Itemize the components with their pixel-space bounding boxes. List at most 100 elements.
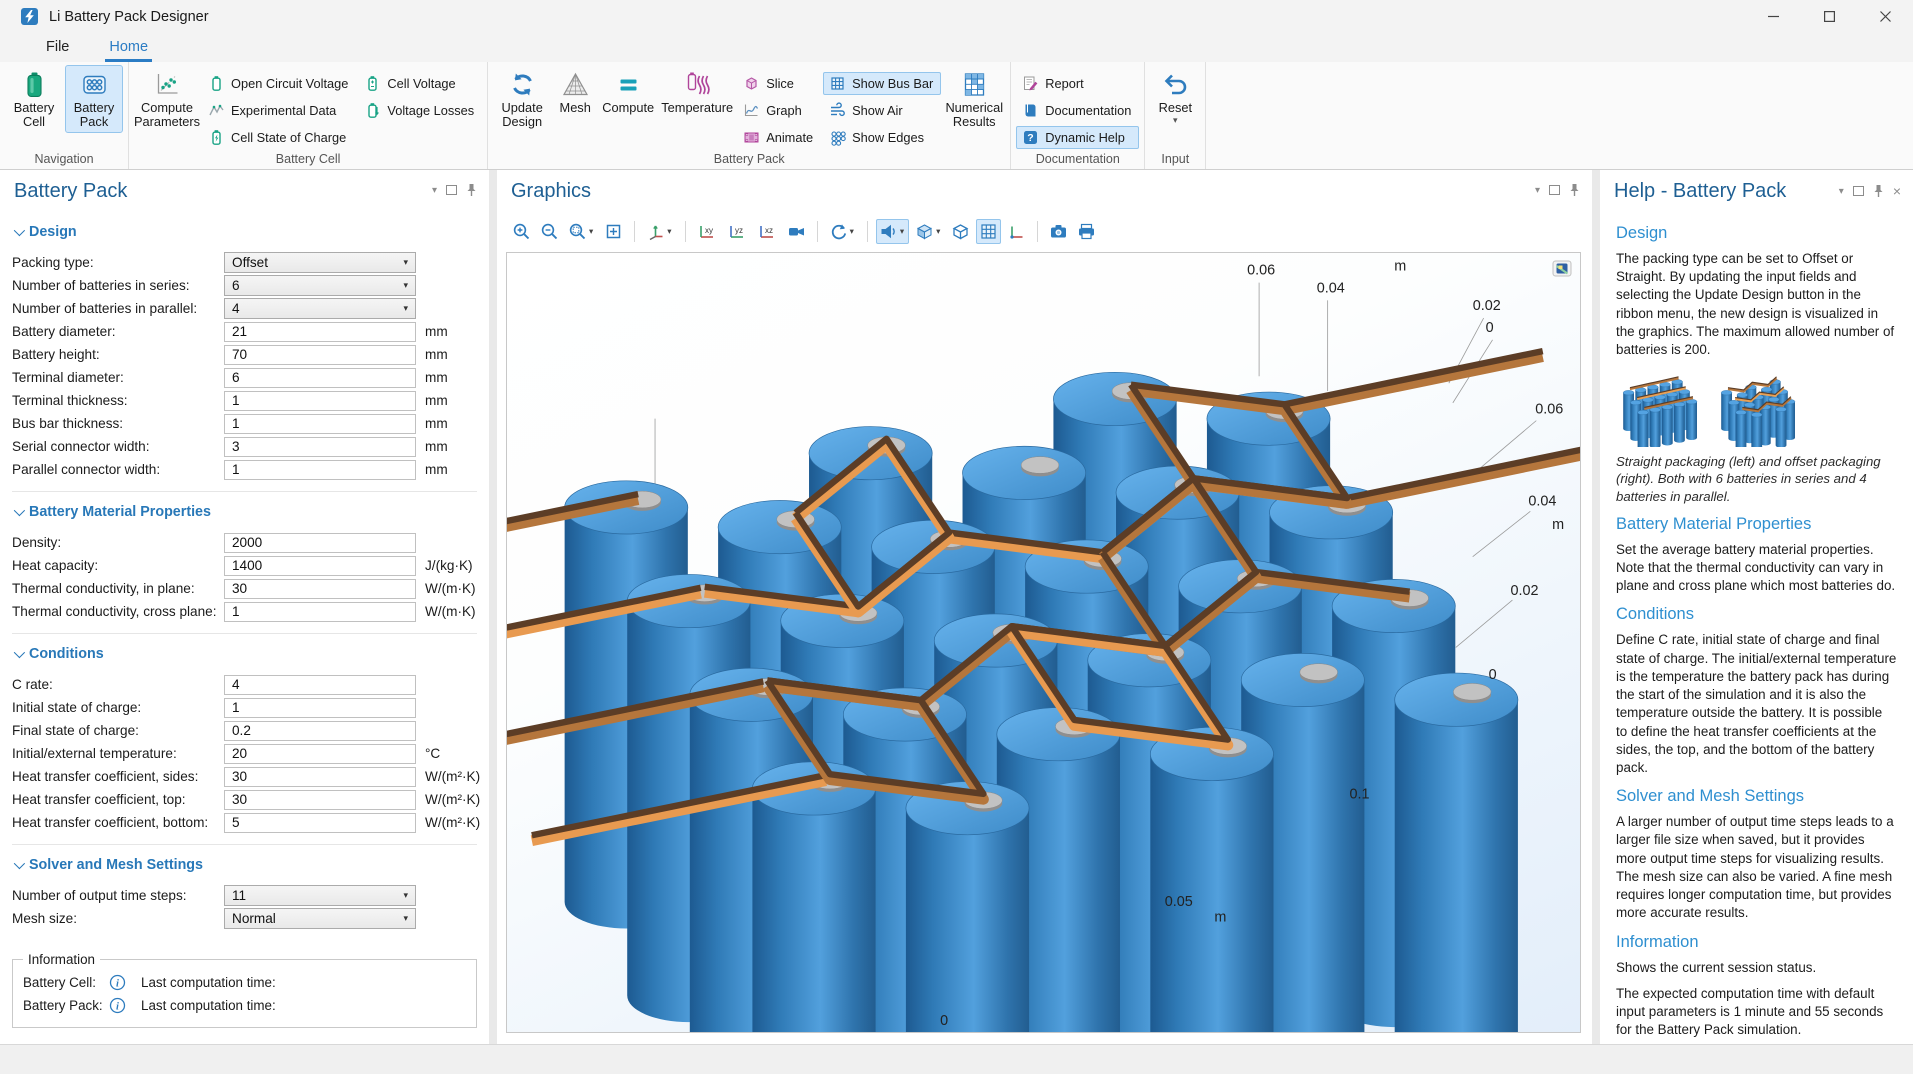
compute-button[interactable]: Compute — [599, 65, 657, 118]
compute-parameters-button[interactable]: Compute Parameters — [134, 65, 200, 133]
mesh-size-select[interactable]: Normal▾ — [224, 908, 416, 929]
section-conditions-header[interactable]: Conditions — [14, 646, 477, 662]
tab-file[interactable]: File — [40, 35, 75, 61]
cell-voltage-button[interactable]: Cell Voltage — [358, 72, 482, 95]
bus-bar-thickness-input[interactable] — [224, 414, 416, 434]
panel-pin-icon[interactable] — [466, 183, 477, 197]
report-icon — [1022, 75, 1039, 92]
view-xz-button[interactable]: xz — [754, 219, 781, 244]
thermal-conductivity-cross-plane-unit: W/(m·K) — [416, 604, 477, 619]
panel-menu-chevron-icon[interactable]: ▾ — [1839, 186, 1844, 197]
mesh-size-label: Mesh size: — [12, 911, 224, 926]
terminal-thickness-input[interactable] — [224, 391, 416, 411]
animate-button[interactable]: Animate — [737, 126, 821, 149]
terminal-diameter-input[interactable] — [224, 368, 416, 388]
cell-state-of-charge-button[interactable]: Cell State of Charge — [202, 126, 356, 149]
minimize-button[interactable] — [1745, 0, 1801, 33]
parallel-connector-width-input[interactable] — [224, 460, 416, 480]
heat-capacity-input[interactable] — [224, 556, 416, 576]
tab-home[interactable]: Home — [103, 35, 154, 61]
scene-light-button[interactable]: ▾ — [876, 219, 909, 244]
compute-icon — [615, 71, 642, 98]
thermal-conductivity-in-plane-input[interactable] — [224, 579, 416, 599]
zoom-out-button[interactable] — [537, 219, 562, 244]
panel-float-icon[interactable] — [1549, 185, 1560, 195]
show-air-button[interactable]: Show Air — [823, 99, 941, 122]
dynamic-help-button[interactable]: ? Dynamic Help — [1016, 126, 1139, 149]
show-grid-button[interactable] — [976, 219, 1001, 244]
thermal-conductivity-cross-plane-input[interactable] — [224, 602, 416, 622]
final-soc-input[interactable] — [224, 721, 416, 741]
view-yz-button[interactable]: yz — [724, 219, 751, 244]
mesh-button[interactable]: Mesh — [553, 65, 597, 118]
zoom-box-button[interactable]: ▾ — [565, 219, 598, 244]
scene-camera-button[interactable] — [784, 219, 809, 244]
update-design-icon — [509, 71, 536, 98]
numerical-results-button[interactable]: Numerical Results — [943, 65, 1005, 133]
panel-menu-chevron-icon[interactable]: ▾ — [1535, 185, 1540, 196]
battery-pack-button[interactable]: Battery Pack — [65, 65, 123, 133]
print-button[interactable] — [1074, 219, 1099, 244]
slice-button[interactable]: Slice — [737, 72, 821, 95]
battery-diameter-input[interactable] — [224, 322, 416, 342]
panel-float-icon[interactable] — [446, 185, 457, 195]
panel-pin-icon[interactable] — [1569, 183, 1580, 197]
section-design-header[interactable]: Design — [14, 224, 477, 240]
axis-line — [1456, 600, 1513, 647]
wireframe-button[interactable] — [948, 219, 973, 244]
panel-close-icon[interactable]: × — [1893, 183, 1901, 199]
voltage-losses-button[interactable]: Voltage Losses — [358, 99, 482, 122]
zoom-extents-button[interactable] — [601, 219, 626, 244]
documentation-button[interactable]: Documentation — [1016, 99, 1139, 122]
reset-button[interactable]: Reset ▾ — [1150, 65, 1200, 126]
section-material-header[interactable]: Battery Material Properties — [14, 504, 477, 520]
serial-connector-width-input[interactable] — [224, 437, 416, 457]
rotate-view-button[interactable]: ▾ — [826, 219, 859, 244]
group-label-battery-pack: Battery Pack — [493, 151, 1005, 168]
maximize-button[interactable] — [1801, 0, 1857, 33]
panel-pin-icon[interactable] — [1873, 184, 1884, 198]
show-axes-button[interactable] — [1004, 219, 1029, 244]
open-circuit-voltage-button[interactable]: Open Circuit Voltage — [202, 72, 356, 95]
show-edges-button[interactable]: Show Edges — [823, 126, 941, 149]
axis-tick-label: m — [1394, 259, 1406, 275]
panel-menu-chevron-icon[interactable]: ▾ — [432, 185, 437, 196]
help-heading-solver: Solver and Mesh Settings — [1616, 787, 1897, 806]
view-orientation-button[interactable]: ▾ — [643, 219, 676, 244]
panel-float-icon[interactable] — [1853, 186, 1864, 196]
density-input[interactable] — [224, 533, 416, 553]
graph-button[interactable]: Graph — [737, 99, 821, 122]
view-xy-button[interactable]: xy — [694, 219, 721, 244]
collapse-chevron-icon — [14, 858, 25, 869]
transparency-button[interactable]: ▾ — [912, 219, 945, 244]
heat-transfer-sides-input[interactable] — [224, 767, 416, 787]
update-design-button[interactable]: Update Design — [493, 65, 551, 133]
battery-pack-3d-view[interactable]: 0.060.04m0.0200.060.04m0.0200.10.05m0 — [507, 253, 1580, 1032]
snapshot-button[interactable] — [1046, 219, 1071, 244]
heat-transfer-top-input[interactable] — [224, 790, 416, 810]
output-time-steps-select[interactable]: 11▾ — [224, 885, 416, 906]
temperature-button[interactable]: Temperature — [659, 65, 735, 118]
show-bus-bar-button[interactable]: Show Bus Bar — [823, 72, 941, 95]
section-solver-header[interactable]: Solver and Mesh Settings — [14, 857, 477, 873]
axis-tick-label: m — [1552, 517, 1564, 533]
graphics-canvas[interactable]: 0.060.04m0.0200.060.04m0.0200.10.05m0 — [506, 252, 1581, 1033]
reset-dropdown-caret[interactable]: ▾ — [1173, 118, 1178, 123]
battery-cell-button[interactable]: Battery Cell — [5, 65, 63, 133]
initial-soc-input[interactable] — [224, 698, 416, 718]
dropdown-caret-icon: ▾ — [934, 226, 942, 237]
default-view-button[interactable] — [1552, 260, 1572, 277]
initial-external-temperature-input[interactable] — [224, 744, 416, 764]
close-button[interactable] — [1857, 0, 1913, 33]
packing-type-select[interactable]: Offset▾ — [224, 252, 416, 273]
info-battery-cell-label: Battery Cell: — [23, 975, 109, 990]
report-button[interactable]: Report — [1016, 72, 1139, 95]
batteries-in-series-select[interactable]: 6▾ — [224, 275, 416, 296]
c-rate-input[interactable] — [224, 675, 416, 695]
battery-height-input[interactable] — [224, 345, 416, 365]
zoom-in-button[interactable] — [509, 219, 534, 244]
heat-transfer-bottom-input[interactable] — [224, 813, 416, 833]
batteries-in-parallel-select[interactable]: 4▾ — [224, 298, 416, 319]
experimental-data-button[interactable]: Experimental Data — [202, 99, 356, 122]
battery-cylinder — [906, 808, 1029, 1032]
